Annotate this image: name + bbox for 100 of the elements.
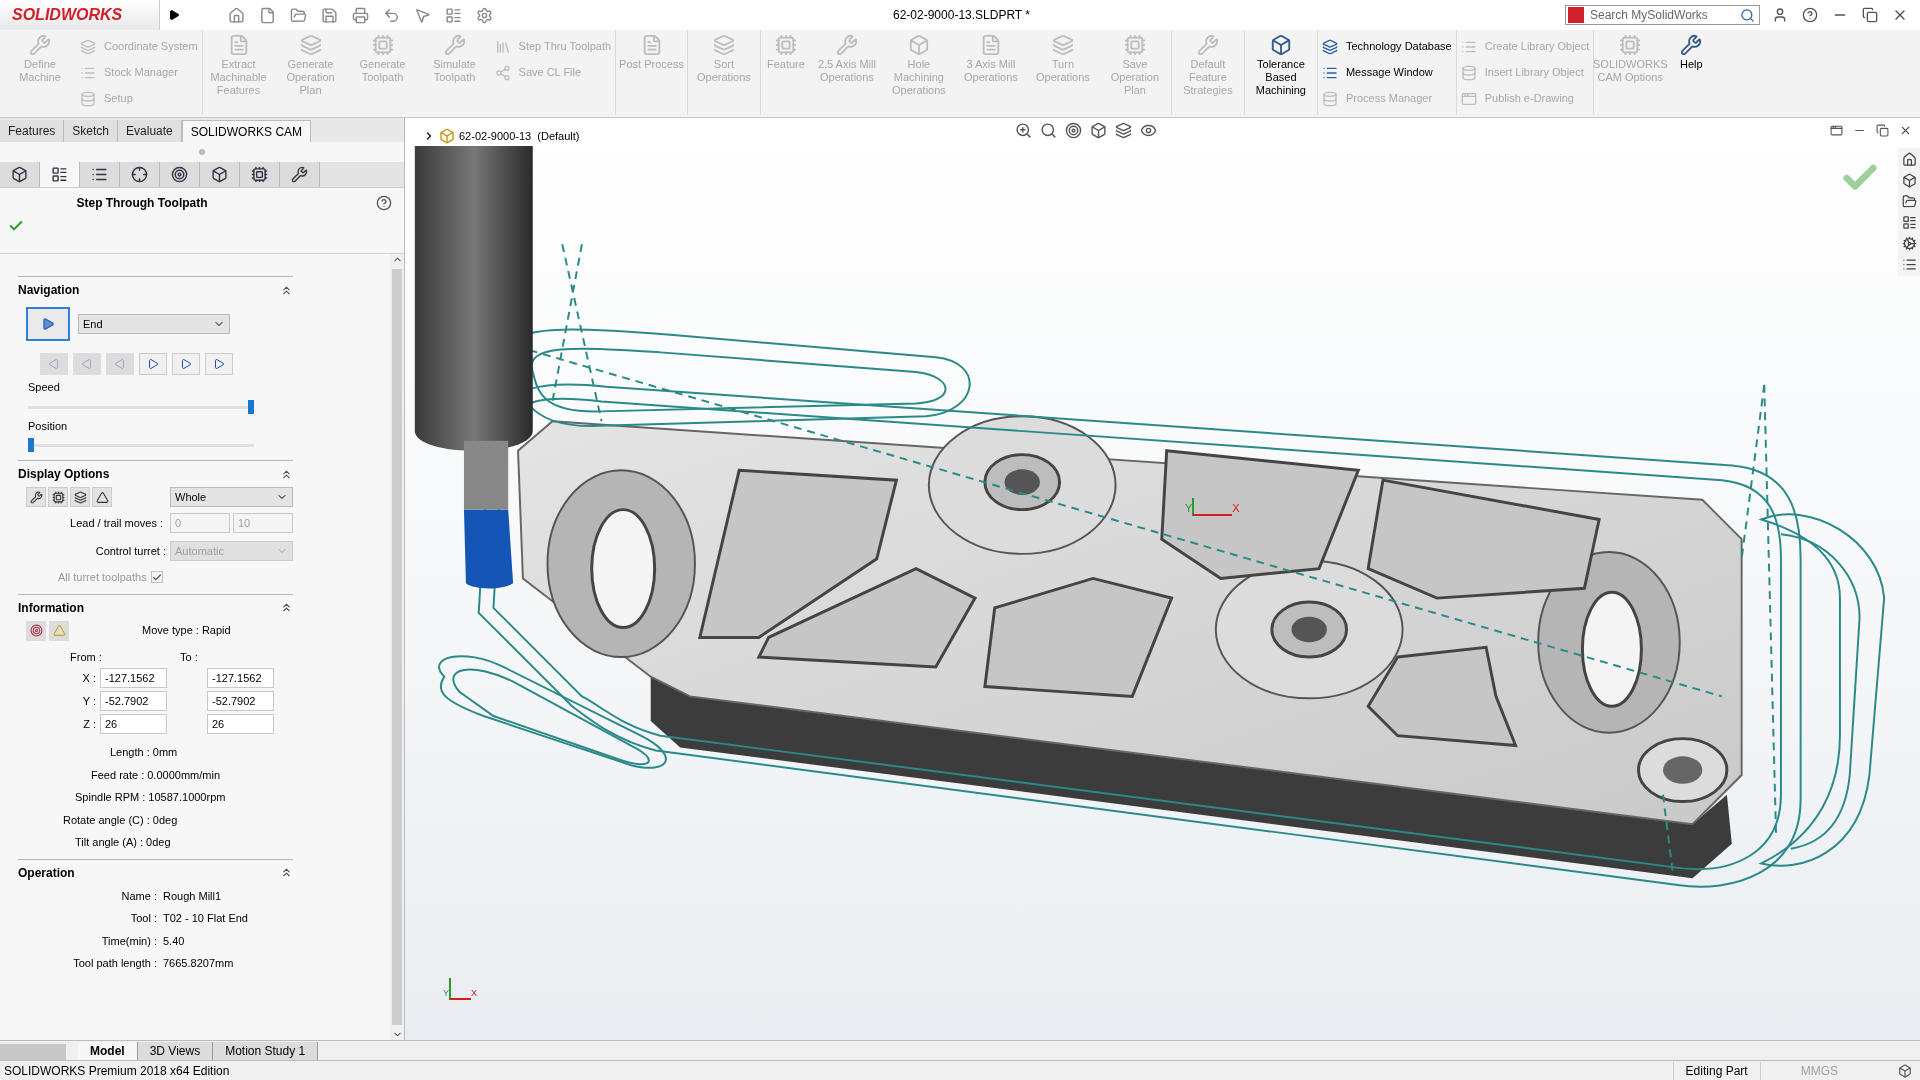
info-text: Rotate angle (C) : 0deg (63, 812, 178, 828)
mode-dropdown[interactable]: End (78, 314, 230, 334)
list-icon[interactable] (1901, 215, 1917, 230)
ribbon-button[interactable]: Tolerance Based Machining (1244, 30, 1317, 114)
search-icon[interactable] (1040, 122, 1057, 139)
help-icon[interactable] (1802, 7, 1818, 23)
grip-icon[interactable] (199, 149, 205, 155)
database-icon (1321, 90, 1338, 107)
scrollbar[interactable] (390, 254, 404, 1040)
input-field[interactable]: 0 (170, 513, 230, 533)
check-icon (151, 571, 162, 583)
close-icon[interactable] (1899, 124, 1912, 137)
units-selector[interactable]: MMGS (1800, 1061, 1838, 1080)
info-text: Length : 0mm (110, 745, 178, 760)
command-tab[interactable]: Evaluate (118, 120, 182, 142)
command-tab[interactable]: Features (0, 120, 65, 142)
layers-icon[interactable] (1115, 122, 1132, 139)
panel-tab[interactable] (280, 162, 320, 187)
field-label: Y : (81, 693, 97, 709)
panel-tab[interactable] (40, 162, 80, 187)
restore-icon[interactable] (1876, 124, 1889, 137)
play-button[interactable] (26, 307, 70, 341)
wrench-icon (1680, 34, 1703, 56)
step-button[interactable] (205, 353, 233, 375)
property-list-icon (51, 166, 68, 183)
model-tab[interactable]: Model (78, 1042, 138, 1060)
ribbon-button[interactable]: Help (1666, 30, 1717, 114)
search-field[interactable]: Search MySolidWorks (1565, 5, 1760, 25)
ribbon-button[interactable]: Message Window (1321, 60, 1452, 85)
list-icon[interactable] (1901, 257, 1917, 272)
range-dropdown[interactable]: Whole (170, 487, 293, 507)
triad-drawing (449, 978, 471, 1000)
panel-tab[interactable] (120, 162, 160, 187)
gear-icon[interactable] (1901, 236, 1917, 251)
input-field[interactable]: -127.1562 (207, 668, 274, 688)
window-icon[interactable] (1830, 124, 1843, 137)
eye-icon[interactable] (1140, 122, 1157, 139)
step-button[interactable] (139, 353, 167, 375)
cube-icon[interactable] (1090, 122, 1107, 139)
app-logo[interactable]: SOLIDWORKS (0, 0, 160, 30)
wrench-icon (443, 34, 466, 56)
section-heading: Operation (18, 864, 75, 882)
tree-item[interactable]: 62-02-9000-13 (Default) (459, 128, 580, 145)
panel-tab[interactable] (240, 162, 280, 187)
panel-tab[interactable] (0, 162, 40, 187)
field-label: Z : (82, 716, 97, 732)
input-field[interactable]: 26 (207, 714, 274, 734)
command-tab[interactable]: Sketch (64, 120, 119, 142)
save-icon[interactable] (321, 6, 338, 24)
input-field[interactable]: 26 (100, 714, 167, 734)
layers-icon (80, 38, 96, 55)
model-tab[interactable]: 3D Views (137, 1042, 214, 1060)
panel-tab[interactable] (80, 162, 120, 187)
ribbon-button[interactable]: Technology Database (1321, 34, 1452, 59)
input-field[interactable]: -52.7902 (207, 691, 274, 711)
info-value: T02 - 10 Flat End (163, 911, 248, 926)
input-field[interactable]: 10 (233, 513, 293, 533)
undo-icon[interactable] (383, 6, 400, 24)
home-icon[interactable] (1901, 152, 1917, 167)
input-field[interactable]: -127.1562 (100, 668, 167, 688)
step-button[interactable] (172, 353, 200, 375)
expand-icon[interactable] (168, 9, 180, 21)
restore-icon[interactable] (1862, 7, 1878, 23)
slider-track[interactable] (28, 438, 254, 452)
slider-thumb[interactable] (248, 399, 254, 414)
display-button[interactable] (48, 487, 68, 507)
input-field[interactable]: -52.7902 (100, 691, 167, 711)
help-icon[interactable] (376, 195, 392, 211)
chip-icon (774, 34, 797, 56)
user-icon[interactable] (1772, 7, 1788, 23)
target-icon[interactable] (1065, 122, 1082, 139)
info-text: Move type : Rapid (142, 623, 231, 639)
model-tab[interactable]: Motion Study 1 (213, 1042, 319, 1060)
part-icon[interactable] (1898, 1063, 1912, 1078)
cube-icon[interactable] (1901, 173, 1917, 188)
slider-thumb[interactable] (28, 438, 34, 452)
box-icon (1269, 34, 1292, 56)
panel-tab[interactable] (200, 162, 240, 187)
collapse-icon[interactable] (280, 601, 293, 614)
folder-icon[interactable] (1901, 194, 1917, 209)
search-icon[interactable] (1740, 7, 1755, 23)
display-button[interactable] (92, 487, 112, 507)
field-label: Control turret : (95, 543, 166, 559)
slider-label: Position (28, 419, 68, 432)
panel-tab[interactable] (160, 162, 200, 187)
layers-icon (712, 34, 735, 56)
tree-icon (91, 166, 108, 183)
command-tab[interactable]: SOLIDWORKS CAM (181, 120, 312, 142)
settings-icon[interactable] (476, 6, 493, 24)
pointer-icon[interactable] (414, 6, 431, 24)
zoom-icon[interactable] (1015, 122, 1032, 139)
collapse-icon[interactable] (280, 866, 293, 879)
print-icon[interactable] (352, 6, 369, 24)
search-logo-icon (1568, 7, 1584, 23)
slider-track[interactable] (28, 399, 254, 414)
part-icon (11, 166, 28, 183)
display-button[interactable] (70, 487, 90, 507)
info-label: Name : (120, 888, 158, 904)
new-document-icon[interactable] (259, 6, 276, 24)
display-button[interactable] (26, 487, 46, 507)
